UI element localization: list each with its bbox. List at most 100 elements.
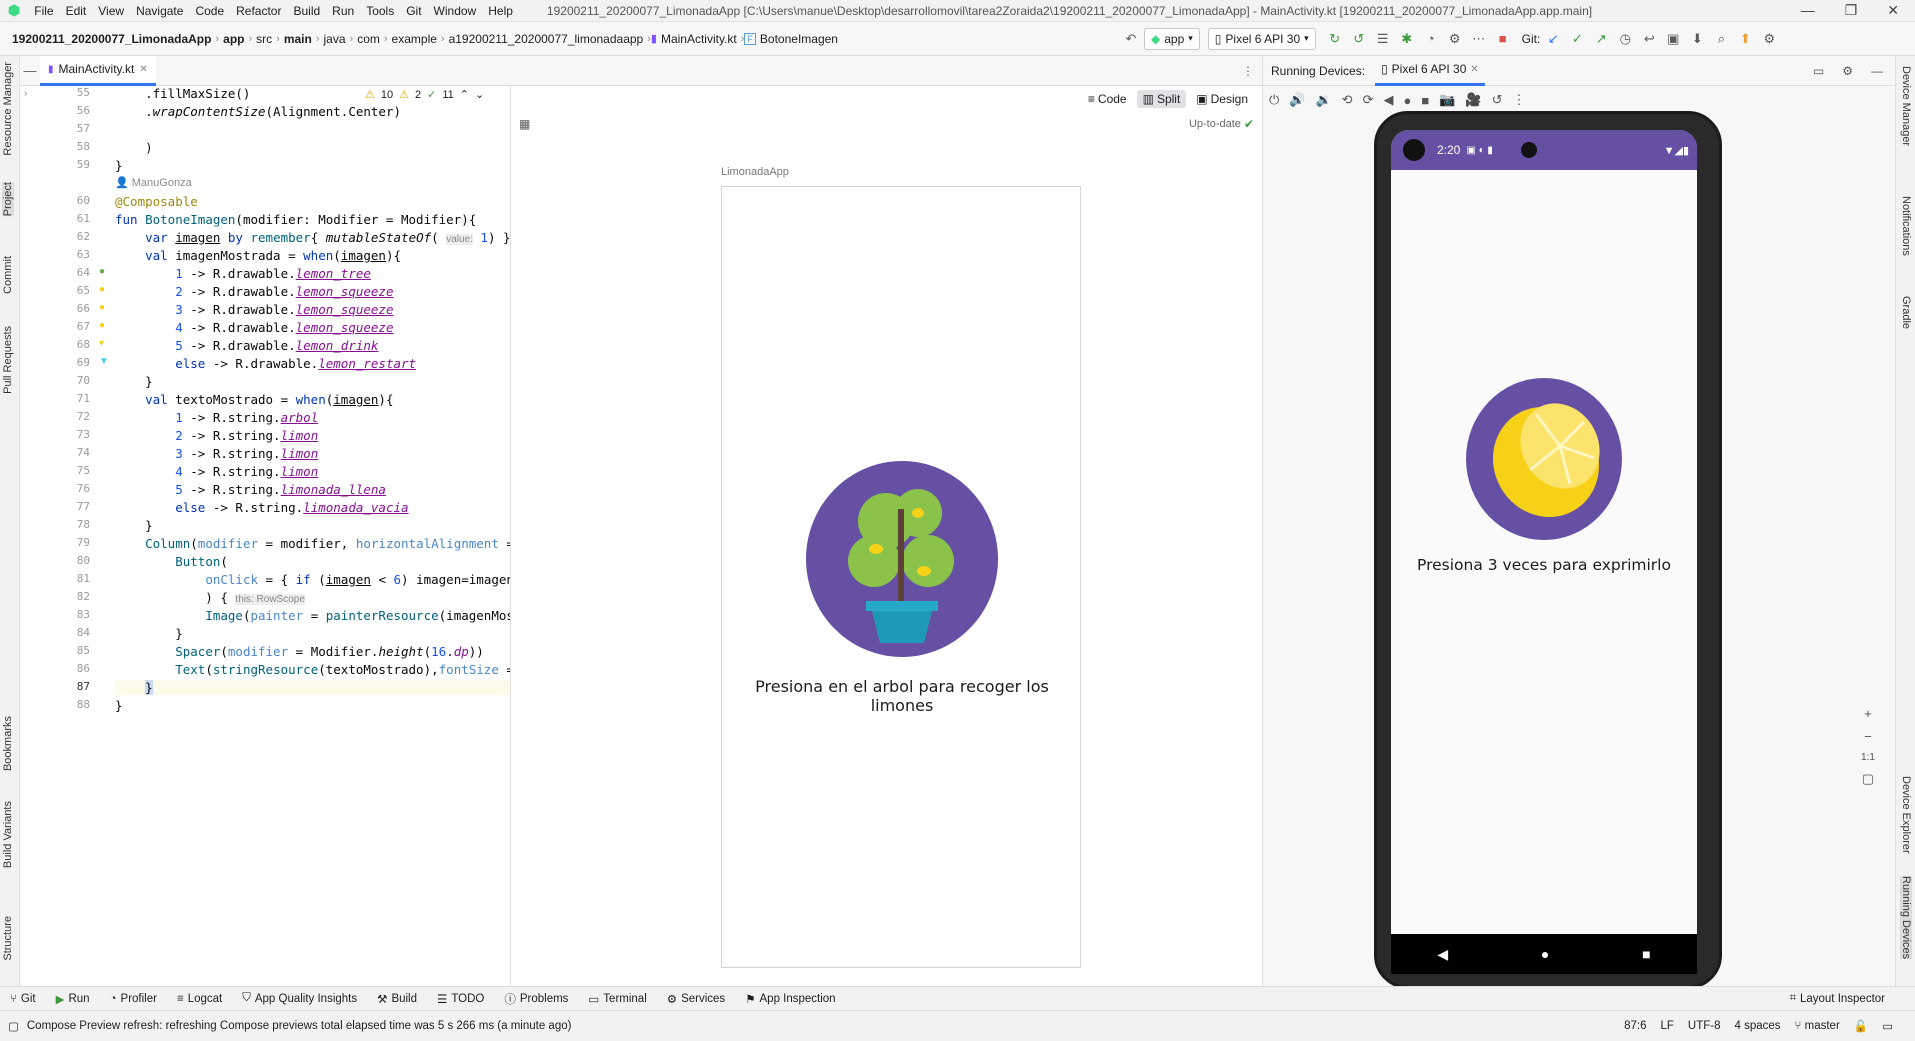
tab-bookmarks[interactable]: Bookmarks xyxy=(2,716,14,771)
tab-device-explorer[interactable]: Device Explorer xyxy=(1900,776,1912,854)
snapshot-icon[interactable]: ↺ xyxy=(1492,92,1503,108)
tab-structure[interactable]: Structure xyxy=(2,916,14,961)
line-separator[interactable]: LF xyxy=(1660,1020,1673,1032)
volume-up-icon[interactable]: 🔊 xyxy=(1289,92,1305,108)
rotate-left-icon[interactable]: ⟲ xyxy=(1342,92,1353,108)
tool-build[interactable]: ⚒ Build xyxy=(367,992,427,1006)
menu-tools[interactable]: Tools xyxy=(360,0,400,22)
breadcrumb-app[interactable]: app xyxy=(219,32,248,46)
phone-screen[interactable]: 2:20 ▣ ◐ ▮ ▼◢▮ Presiona 3 veces para exp… xyxy=(1391,130,1697,974)
caret-position[interactable]: 87:6 xyxy=(1624,1020,1646,1032)
menu-view[interactable]: View xyxy=(92,0,130,22)
breadcrumb-src[interactable]: src xyxy=(252,32,276,46)
breadcrumb-main[interactable]: main xyxy=(280,32,316,46)
split-mode-button[interactable]: ▥ Split xyxy=(1136,90,1187,108)
nav-home-icon[interactable]: ● xyxy=(1541,946,1549,962)
menu-code[interactable]: Code xyxy=(189,0,230,22)
tab-build-variants[interactable]: Build Variants xyxy=(2,801,14,868)
indent-setting[interactable]: 4 spaces xyxy=(1735,1020,1781,1032)
sdk-manager-icon[interactable]: ⬇ xyxy=(1686,28,1708,50)
screen-record-icon[interactable]: 🎥 xyxy=(1465,92,1481,108)
git-update-icon[interactable]: ↙ xyxy=(1542,28,1564,50)
tool-services[interactable]: ⚙ Services xyxy=(657,992,735,1006)
more-tabs-icon[interactable]: ⋮ xyxy=(1242,64,1254,78)
close-tab-icon[interactable]: ✕ xyxy=(139,64,147,75)
tab-running-devices[interactable]: Running Devices xyxy=(1900,876,1912,960)
code-editor[interactable]: ⚠ 10 ⚠ 2 ✓ 11 ⌃ ⌄ .fillMaxSize() .wrapConten… xyxy=(110,86,510,986)
tab-project[interactable]: Project xyxy=(2,182,14,217)
inspection-widget[interactable]: ⚠ 10 ⚠ 2 ✓ 11 ⌃ ⌄ xyxy=(365,88,485,101)
minimize-panel-icon[interactable]: — xyxy=(1871,64,1883,78)
close-window-icon[interactable]: ✕ xyxy=(1887,2,1899,19)
more-options-icon[interactable]: ⋮ xyxy=(1512,92,1525,108)
menu-git[interactable]: Git xyxy=(400,0,427,22)
menu-navigate[interactable]: Navigate xyxy=(130,0,189,22)
menu-edit[interactable]: Edit xyxy=(60,0,93,22)
tool-git[interactable]: ⑂ Git xyxy=(0,993,46,1005)
tab-commit[interactable]: Commit xyxy=(2,256,14,294)
git-push-icon[interactable]: ↗ xyxy=(1590,28,1612,50)
more-run-icon[interactable]: ⋯ xyxy=(1468,28,1490,50)
breadcrumb-project[interactable]: 19200211_20200077_LimonadaApp xyxy=(8,32,215,46)
search-icon[interactable]: ⌕ xyxy=(1710,28,1732,50)
power-icon[interactable]: ⏻ xyxy=(1269,92,1279,108)
back-icon[interactable]: ◀ xyxy=(1383,92,1393,108)
tool-run[interactable]: ▶ Run xyxy=(46,992,100,1006)
zoom-fit-icon[interactable]: ▢ xyxy=(1862,771,1874,787)
device-manager-icon[interactable]: ▣ xyxy=(1662,28,1684,50)
overview-icon[interactable]: ■ xyxy=(1421,93,1429,108)
file-encoding[interactable]: UTF-8 xyxy=(1688,1020,1721,1032)
apply-code-changes-icon[interactable]: ↺ xyxy=(1348,28,1370,50)
attach-debugger-icon[interactable]: ⚙ xyxy=(1444,28,1466,50)
code-mode-button[interactable]: ≡ Code xyxy=(1082,90,1133,108)
hide-icon[interactable]: — xyxy=(20,60,40,82)
menu-window[interactable]: Window xyxy=(428,0,483,22)
sync-icon[interactable]: ☰ xyxy=(1372,28,1394,50)
screenshot-icon[interactable]: 📷 xyxy=(1439,92,1455,108)
tool-profiler[interactable]: ◔ Profiler xyxy=(100,993,167,1005)
menu-help[interactable]: Help xyxy=(482,0,519,22)
debug-icon[interactable]: ✱ xyxy=(1396,28,1418,50)
breadcrumb-package[interactable]: a19200211_20200077_limonadaapp xyxy=(445,32,648,46)
menu-file[interactable]: File xyxy=(28,0,59,22)
preview-frame[interactable]: Presiona en el arbol para recoger los li… xyxy=(721,186,1081,968)
volume-down-icon[interactable]: 🔉 xyxy=(1315,92,1331,108)
breadcrumb-example[interactable]: example xyxy=(388,32,441,46)
breadcrumb-com[interactable]: com xyxy=(353,32,384,46)
git-branch-widget[interactable]: ⑂ master xyxy=(1795,1020,1840,1032)
device-tab[interactable]: ▯ Pixel 6 API 30 ✕ xyxy=(1375,56,1485,86)
git-commit-icon[interactable]: ✓ xyxy=(1566,28,1588,50)
zoom-actual-button[interactable]: 1:1 xyxy=(1861,752,1875,763)
profile-icon[interactable]: ◔ xyxy=(1420,28,1442,50)
close-tab-icon[interactable]: ✕ xyxy=(1470,64,1478,75)
zoom-out-button[interactable]: − xyxy=(1864,729,1872,744)
update-icon[interactable]: ⬆ xyxy=(1734,28,1756,50)
device-select[interactable]: ▯ Pixel 6 API 30 ▾ xyxy=(1207,27,1316,50)
apply-changes-icon[interactable]: ↻ xyxy=(1324,28,1346,50)
tab-device-manager[interactable]: Device Manager xyxy=(1900,66,1912,146)
chevron-up-icon[interactable]: ⌃ xyxy=(460,88,469,101)
breadcrumb-java[interactable]: java xyxy=(320,32,350,46)
chevron-down-icon[interactable]: ⌄ xyxy=(475,88,484,101)
tool-logcat[interactable]: ≡ Logcat xyxy=(167,993,232,1005)
status-toggle-icon[interactable]: ▢ xyxy=(8,1019,19,1033)
tool-problems[interactable]: ⓘ Problems xyxy=(494,991,578,1007)
menu-refactor[interactable]: Refactor xyxy=(230,0,287,22)
nav-recents-icon[interactable]: ■ xyxy=(1642,946,1650,962)
restore-icon[interactable]: ❐ xyxy=(1845,2,1858,19)
memory-indicator-icon[interactable]: ▭ xyxy=(1882,1019,1907,1033)
tab-gradle[interactable]: Gradle xyxy=(1900,296,1912,329)
settings-icon[interactable]: ⚙ xyxy=(1758,28,1780,50)
home-icon[interactable]: ● xyxy=(1403,93,1411,108)
lock-icon[interactable]: 🔓 xyxy=(1854,1019,1868,1033)
breadcrumb-function[interactable]: BotoneImagen xyxy=(756,32,842,46)
design-mode-button[interactable]: ▣ Design xyxy=(1190,90,1254,108)
tool-layout-inspector[interactable]: ⌗ Layout Inspector xyxy=(1779,992,1915,1005)
lemon-tree-image[interactable] xyxy=(806,461,998,657)
tab-resource-manager[interactable]: Resource Manager xyxy=(2,62,14,156)
breadcrumb-file[interactable]: MainActivity.kt xyxy=(657,32,741,46)
git-history-icon[interactable]: ◷ xyxy=(1614,28,1636,50)
rotate-right-icon[interactable]: ⟳ xyxy=(1363,92,1374,108)
preview-layout-icon[interactable]: ▦ xyxy=(519,117,530,131)
hammer-icon[interactable]: ↶ xyxy=(1120,28,1142,50)
